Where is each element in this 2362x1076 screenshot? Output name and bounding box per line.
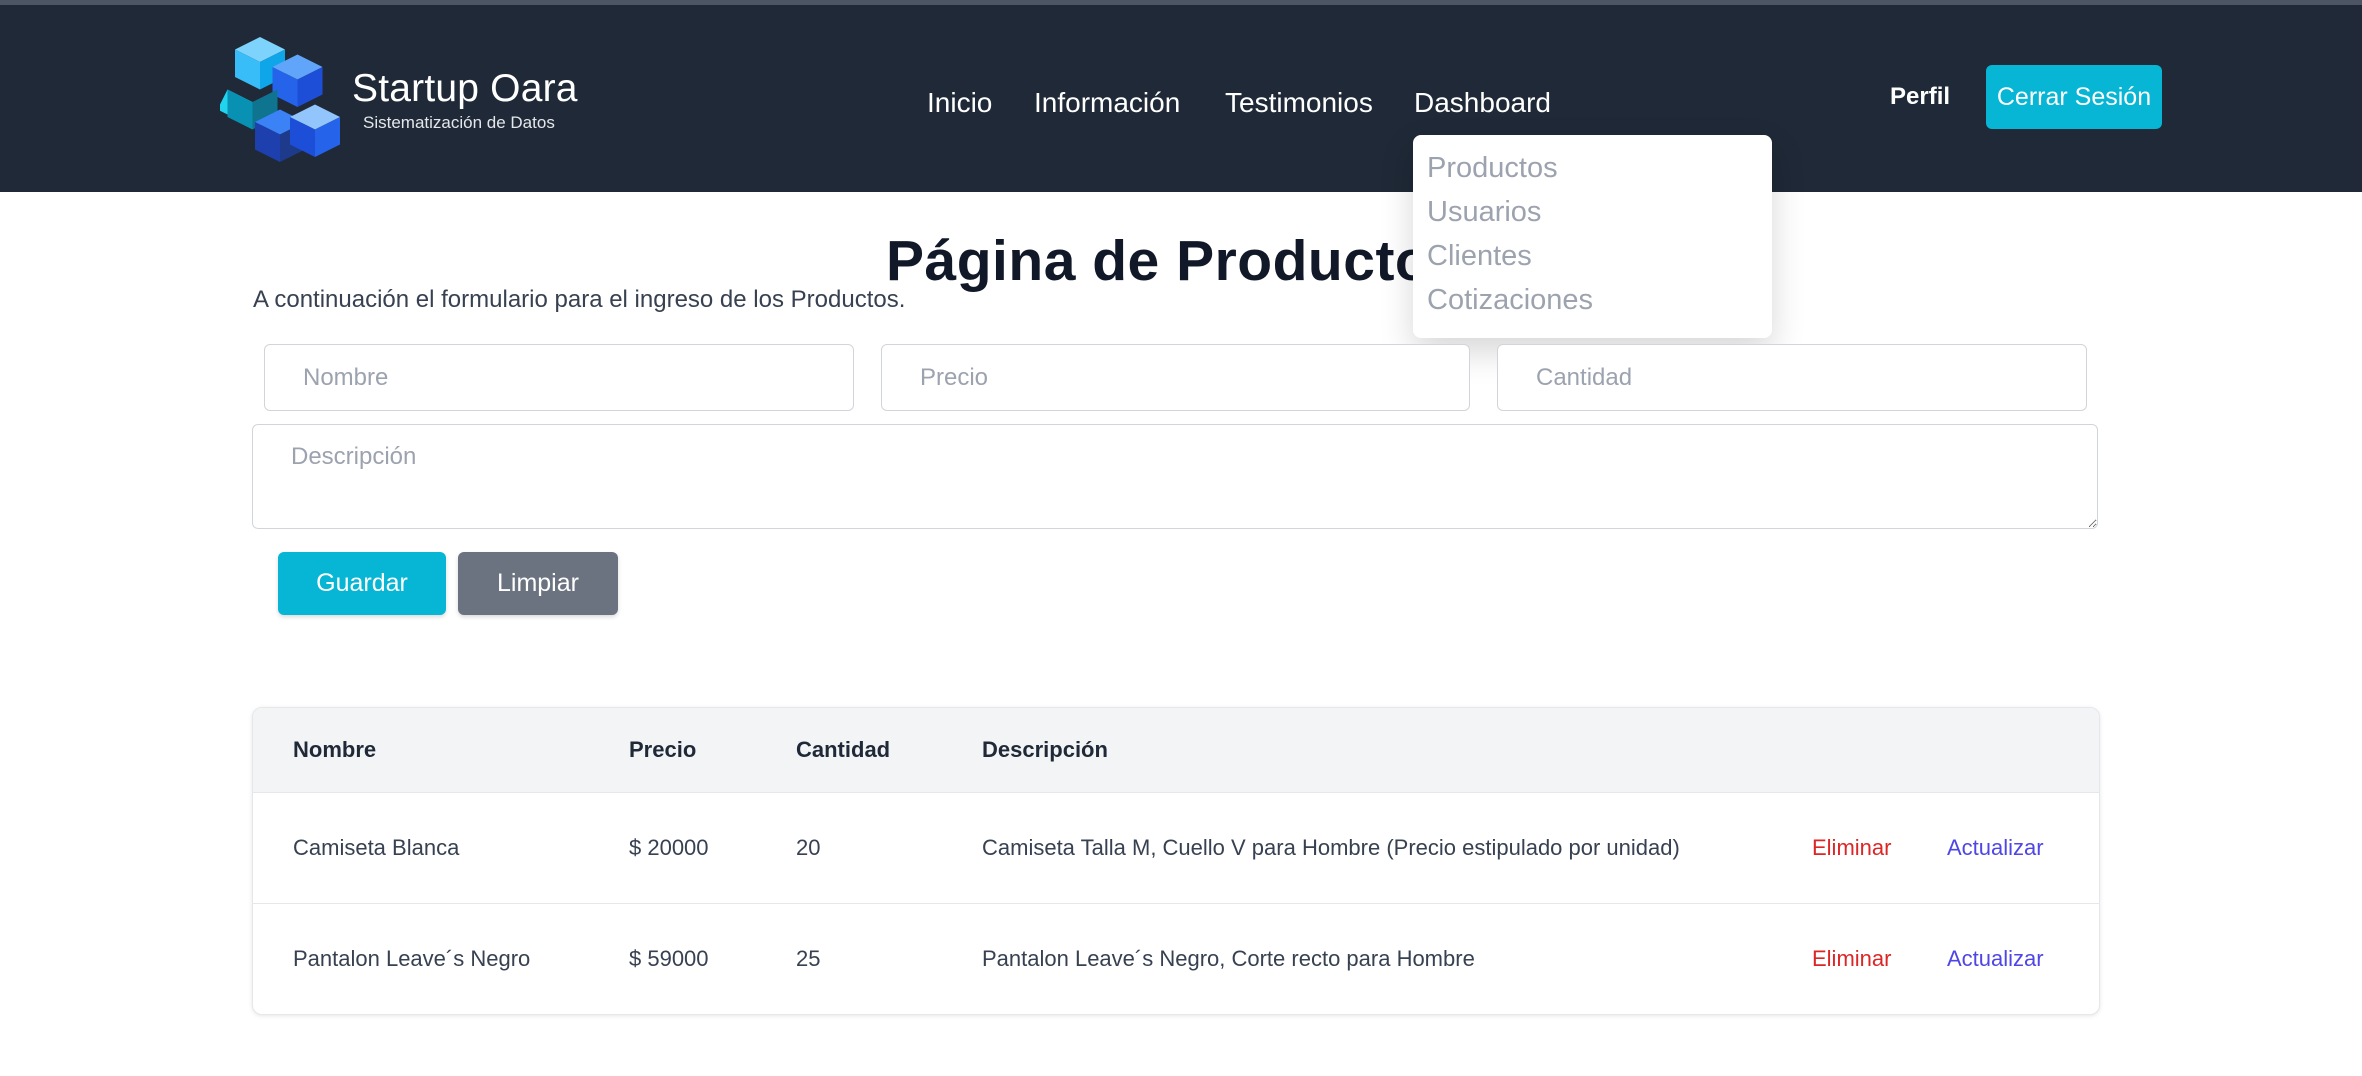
table-row: Camiseta Blanca $ 20000 20 Camiseta Tall… — [253, 793, 2099, 904]
dashboard-dropdown-menu: Productos Usuarios Clientes Cotizaciones — [1413, 135, 1772, 338]
dropdown-item-usuarios[interactable]: Usuarios — [1427, 196, 1541, 229]
column-header-descripcion: Descripción — [982, 737, 1108, 762]
cell-name: Pantalon Leave´s Negro — [293, 946, 531, 971]
dropdown-item-clientes[interactable]: Clientes — [1427, 240, 1532, 273]
column-header-cantidad: Cantidad — [796, 737, 891, 762]
save-button[interactable]: Guardar — [278, 552, 446, 615]
nav-link-inicio[interactable]: Inicio — [927, 87, 992, 119]
quantity-input[interactable] — [1497, 344, 2087, 411]
delete-link[interactable]: Eliminar — [1812, 835, 1891, 861]
update-link[interactable]: Actualizar — [1947, 835, 2044, 861]
page-title: Página de Productos — [886, 229, 1463, 294]
dropdown-item-productos[interactable]: Productos — [1427, 152, 1558, 185]
cell-price: $ 59000 — [629, 946, 709, 971]
cell-quantity: 20 — [796, 835, 821, 860]
dropdown-item-cotizaciones[interactable]: Cotizaciones — [1427, 284, 1593, 317]
nav-link-dashboard[interactable]: Dashboard — [1414, 87, 1551, 119]
form-intro-text: A continuación el formulario para el ing… — [253, 286, 906, 313]
cell-name: Camiseta Blanca — [293, 835, 460, 860]
column-header-nombre: Nombre — [293, 737, 377, 762]
navbar: Startup Oara Sistematización de Datos In… — [0, 5, 2362, 192]
description-textarea[interactable] — [252, 424, 2098, 529]
brand-subtitle: Sistematización de Datos — [363, 113, 555, 132]
cell-description: Camiseta Talla M, Cuello V para Hombre (… — [982, 835, 1680, 860]
nav-link-testimonios[interactable]: Testimonios — [1225, 87, 1373, 119]
column-header-precio: Precio — [629, 737, 697, 762]
cell-description: Pantalon Leave´s Negro, Corte recto para… — [982, 946, 1475, 971]
table-row: Pantalon Leave´s Negro $ 59000 25 Pantal… — [253, 904, 2099, 1014]
name-input[interactable] — [264, 344, 854, 411]
table-header: Nombre Precio Cantidad Descripción — [253, 708, 2099, 793]
cell-quantity: 25 — [796, 946, 821, 971]
cube-logo-icon — [220, 37, 340, 162]
update-link[interactable]: Actualizar — [1947, 946, 2044, 972]
products-table: Nombre Precio Cantidad Descripción Camis… — [252, 707, 2100, 1015]
nav-link-informacion[interactable]: Información — [1034, 87, 1180, 119]
clear-button[interactable]: Limpiar — [458, 552, 618, 615]
logout-button[interactable]: Cerrar Sesión — [1986, 65, 2162, 129]
price-input[interactable] — [881, 344, 1470, 411]
cell-price: $ 20000 — [629, 835, 709, 860]
brand-title[interactable]: Startup Oara — [352, 67, 578, 111]
profile-link[interactable]: Perfil — [1890, 83, 1950, 111]
delete-link[interactable]: Eliminar — [1812, 946, 1891, 972]
